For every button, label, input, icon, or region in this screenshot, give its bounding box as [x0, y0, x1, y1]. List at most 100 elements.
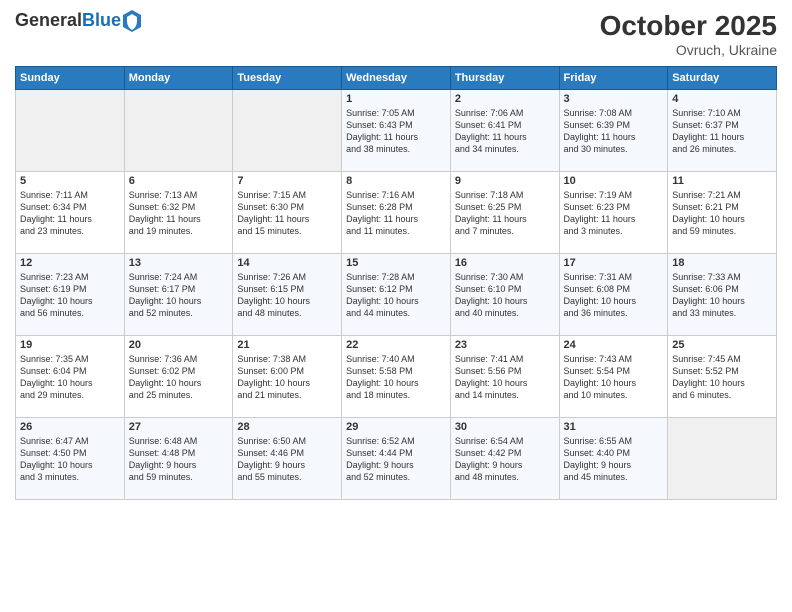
- col-saturday: Saturday: [668, 67, 777, 90]
- day-info: Sunrise: 7:11 AM Sunset: 6:34 PM Dayligh…: [20, 189, 120, 238]
- day-info: Sunrise: 7:36 AM Sunset: 6:02 PM Dayligh…: [129, 353, 229, 402]
- location: Ovruch, Ukraine: [600, 42, 777, 58]
- day-number: 3: [564, 93, 664, 105]
- calendar-table: Sunday Monday Tuesday Wednesday Thursday…: [15, 66, 777, 500]
- table-row: 2 Sunrise: 7:06 AM Sunset: 6:41 PM Daylig…: [450, 90, 559, 172]
- day-number: 9: [455, 175, 555, 187]
- day-info: Sunrise: 7:15 AM Sunset: 6:30 PM Dayligh…: [237, 189, 337, 238]
- logo-icon: [123, 10, 141, 32]
- day-number: 30: [455, 421, 555, 433]
- calendar-header: GeneralBlue October 2025 Ovruch, Ukraine: [15, 10, 777, 58]
- col-sunday: Sunday: [16, 67, 125, 90]
- table-row: 27 Sunrise: 6:48 AM Sunset: 4:48 PM Dayli…: [124, 418, 233, 500]
- day-number: 16: [455, 257, 555, 269]
- header-row: Sunday Monday Tuesday Wednesday Thursday…: [16, 67, 777, 90]
- table-row: [124, 90, 233, 172]
- day-number: 27: [129, 421, 229, 433]
- table-row: 29Sunrise: 6:52 AM Sunset: 4:44 PM Dayli…: [342, 418, 451, 500]
- table-row: 3 Sunrise: 7:08 AM Sunset: 6:39 PM Daylig…: [559, 90, 668, 172]
- day-info: Sunrise: 7:33 AM Sunset: 6:06 PM Dayligh…: [672, 271, 772, 320]
- day-number: 7: [237, 175, 337, 187]
- day-info: Sunrise: 7:24 AM Sunset: 6:17 PM Dayligh…: [129, 271, 229, 320]
- col-monday: Monday: [124, 67, 233, 90]
- day-number: 18: [672, 257, 772, 269]
- day-number: 13: [129, 257, 229, 269]
- calendar-week-row: 12Sunrise: 7:23 AM Sunset: 6:19 PM Dayli…: [16, 254, 777, 336]
- table-row: 12Sunrise: 7:23 AM Sunset: 6:19 PM Dayli…: [16, 254, 125, 336]
- table-row: 18 Sunrise: 7:33 AM Sunset: 6:06 PM Dayli…: [668, 254, 777, 336]
- day-number: 22: [346, 339, 446, 351]
- logo-text: GeneralBlue: [15, 11, 121, 31]
- day-info: Sunrise: 7:40 AM Sunset: 5:58 PM Dayligh…: [346, 353, 446, 402]
- day-number: 2: [455, 93, 555, 105]
- day-number: 25: [672, 339, 772, 351]
- table-row: 26 Sunrise: 6:47 AM Sunset: 4:50 PM Dayli…: [16, 418, 125, 500]
- table-row: 11 Sunrise: 7:21 AM Sunset: 6:21 PM Dayli…: [668, 172, 777, 254]
- table-row: 14 Sunrise: 7:26 AM Sunset: 6:15 PM Dayli…: [233, 254, 342, 336]
- day-info: Sunrise: 7:10 AM Sunset: 6:37 PM Dayligh…: [672, 107, 772, 156]
- day-info: Sunrise: 6:54 AM Sunset: 4:42 PM Dayligh…: [455, 435, 555, 484]
- day-number: 28: [237, 421, 337, 433]
- day-info: Sunrise: 7:26 AM Sunset: 6:15 PM Dayligh…: [237, 271, 337, 320]
- table-row: 7 Sunrise: 7:15 AM Sunset: 6:30 PM Daylig…: [233, 172, 342, 254]
- day-number: 26: [20, 421, 120, 433]
- day-number: 8: [346, 175, 446, 187]
- col-tuesday: Tuesday: [233, 67, 342, 90]
- day-info: Sunrise: 7:05 AM Sunset: 6:43 PM Dayligh…: [346, 107, 446, 156]
- col-thursday: Thursday: [450, 67, 559, 90]
- table-row: [233, 90, 342, 172]
- table-row: 15 Sunrise: 7:28 AM Sunset: 6:12 PM Dayli…: [342, 254, 451, 336]
- table-row: 23Sunrise: 7:41 AM Sunset: 5:56 PM Dayli…: [450, 336, 559, 418]
- table-row: 31Sunrise: 6:55 AM Sunset: 4:40 PM Dayli…: [559, 418, 668, 500]
- day-info: Sunrise: 7:45 AM Sunset: 5:52 PM Dayligh…: [672, 353, 772, 402]
- calendar-week-row: 26 Sunrise: 6:47 AM Sunset: 4:50 PM Dayli…: [16, 418, 777, 500]
- day-info: Sunrise: 7:21 AM Sunset: 6:21 PM Dayligh…: [672, 189, 772, 238]
- day-info: Sunrise: 7:06 AM Sunset: 6:41 PM Dayligh…: [455, 107, 555, 156]
- calendar-week-row: 19 Sunrise: 7:35 AM Sunset: 6:04 PM Dayli…: [16, 336, 777, 418]
- day-info: Sunrise: 7:08 AM Sunset: 6:39 PM Dayligh…: [564, 107, 664, 156]
- day-info: Sunrise: 7:41 AM Sunset: 5:56 PM Dayligh…: [455, 353, 555, 402]
- day-info: Sunrise: 7:35 AM Sunset: 6:04 PM Dayligh…: [20, 353, 120, 402]
- day-info: Sunrise: 7:43 AM Sunset: 5:54 PM Dayligh…: [564, 353, 664, 402]
- day-number: 19: [20, 339, 120, 351]
- table-row: [16, 90, 125, 172]
- day-info: Sunrise: 7:38 AM Sunset: 6:00 PM Dayligh…: [237, 353, 337, 402]
- day-number: 10: [564, 175, 664, 187]
- day-info: Sunrise: 7:16 AM Sunset: 6:28 PM Dayligh…: [346, 189, 446, 238]
- table-row: 8 Sunrise: 7:16 AM Sunset: 6:28 PM Daylig…: [342, 172, 451, 254]
- day-info: Sunrise: 7:13 AM Sunset: 6:32 PM Dayligh…: [129, 189, 229, 238]
- col-wednesday: Wednesday: [342, 67, 451, 90]
- day-number: 12: [20, 257, 120, 269]
- day-info: Sunrise: 7:30 AM Sunset: 6:10 PM Dayligh…: [455, 271, 555, 320]
- calendar-week-row: 1Sunrise: 7:05 AM Sunset: 6:43 PM Daylig…: [16, 90, 777, 172]
- logo: GeneralBlue: [15, 10, 141, 32]
- day-number: 14: [237, 257, 337, 269]
- day-info: Sunrise: 6:47 AM Sunset: 4:50 PM Dayligh…: [20, 435, 120, 484]
- day-info: Sunrise: 7:28 AM Sunset: 6:12 PM Dayligh…: [346, 271, 446, 320]
- table-row: 25 Sunrise: 7:45 AM Sunset: 5:52 PM Dayli…: [668, 336, 777, 418]
- table-row: 28 Sunrise: 6:50 AM Sunset: 4:46 PM Dayli…: [233, 418, 342, 500]
- day-number: 15: [346, 257, 446, 269]
- calendar-week-row: 5 Sunrise: 7:11 AM Sunset: 6:34 PM Daylig…: [16, 172, 777, 254]
- day-info: Sunrise: 7:19 AM Sunset: 6:23 PM Dayligh…: [564, 189, 664, 238]
- day-info: Sunrise: 6:48 AM Sunset: 4:48 PM Dayligh…: [129, 435, 229, 484]
- table-row: 6 Sunrise: 7:13 AM Sunset: 6:32 PM Daylig…: [124, 172, 233, 254]
- table-row: [668, 418, 777, 500]
- table-row: 19 Sunrise: 7:35 AM Sunset: 6:04 PM Dayli…: [16, 336, 125, 418]
- day-number: 29: [346, 421, 446, 433]
- day-number: 4: [672, 93, 772, 105]
- table-row: 9Sunrise: 7:18 AM Sunset: 6:25 PM Daylig…: [450, 172, 559, 254]
- table-row: 10 Sunrise: 7:19 AM Sunset: 6:23 PM Dayli…: [559, 172, 668, 254]
- table-row: 5 Sunrise: 7:11 AM Sunset: 6:34 PM Daylig…: [16, 172, 125, 254]
- table-row: 16 Sunrise: 7:30 AM Sunset: 6:10 PM Dayli…: [450, 254, 559, 336]
- table-row: 17Sunrise: 7:31 AM Sunset: 6:08 PM Dayli…: [559, 254, 668, 336]
- day-info: Sunrise: 6:55 AM Sunset: 4:40 PM Dayligh…: [564, 435, 664, 484]
- col-friday: Friday: [559, 67, 668, 90]
- day-number: 11: [672, 175, 772, 187]
- table-row: 20Sunrise: 7:36 AM Sunset: 6:02 PM Dayli…: [124, 336, 233, 418]
- table-row: 22 Sunrise: 7:40 AM Sunset: 5:58 PM Dayli…: [342, 336, 451, 418]
- day-number: 5: [20, 175, 120, 187]
- day-info: Sunrise: 6:50 AM Sunset: 4:46 PM Dayligh…: [237, 435, 337, 484]
- table-row: 13 Sunrise: 7:24 AM Sunset: 6:17 PM Dayli…: [124, 254, 233, 336]
- day-number: 6: [129, 175, 229, 187]
